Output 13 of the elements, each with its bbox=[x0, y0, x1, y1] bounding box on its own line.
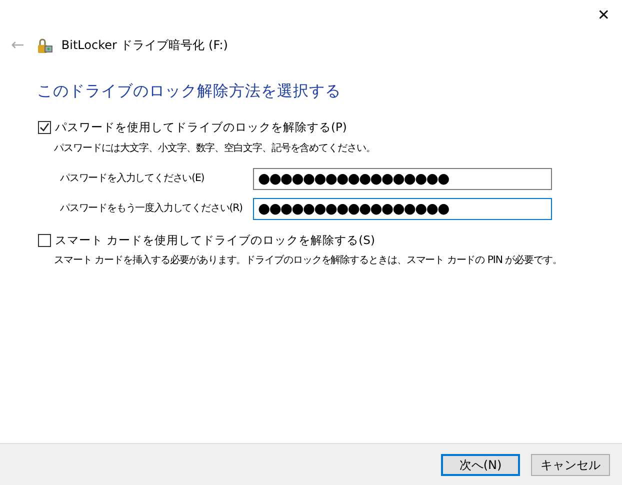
checkbox-label[interactable]: スマート カードを使用してドライブのロックを解除する(S) bbox=[55, 232, 375, 250]
window-title: BitLocker ドライブ暗号化 (F:) bbox=[61, 37, 228, 54]
password-field[interactable]: ●●●●●●●●●●●●●●●●● bbox=[253, 198, 552, 220]
field-label: パスワードを入力してください(E) bbox=[60, 172, 206, 186]
field-label: パスワードをもう一度入力してください(R) bbox=[60, 202, 244, 216]
option-description: パスワードには大文字、小文字、数字、空白文字、記号を含めてください。 bbox=[54, 142, 376, 156]
password-field[interactable]: ●●●●●●●●●●●●●●●●● bbox=[253, 168, 552, 190]
next-button[interactable]: 次へ(N) bbox=[441, 454, 520, 476]
page-heading: このドライブのロック解除方法を選択する bbox=[37, 81, 342, 102]
cancel-button[interactable]: キャンセル bbox=[531, 454, 610, 476]
close-button[interactable]: ✕ bbox=[593, 6, 614, 24]
option-description: スマート カードを挿入する必要があります。ドライブのロックを解除するときは、スマート カードの PIN が必要です。 bbox=[54, 254, 563, 268]
checkbox-label[interactable]: パスワードを使用してドライブのロックを解除する(P) bbox=[55, 119, 347, 136]
